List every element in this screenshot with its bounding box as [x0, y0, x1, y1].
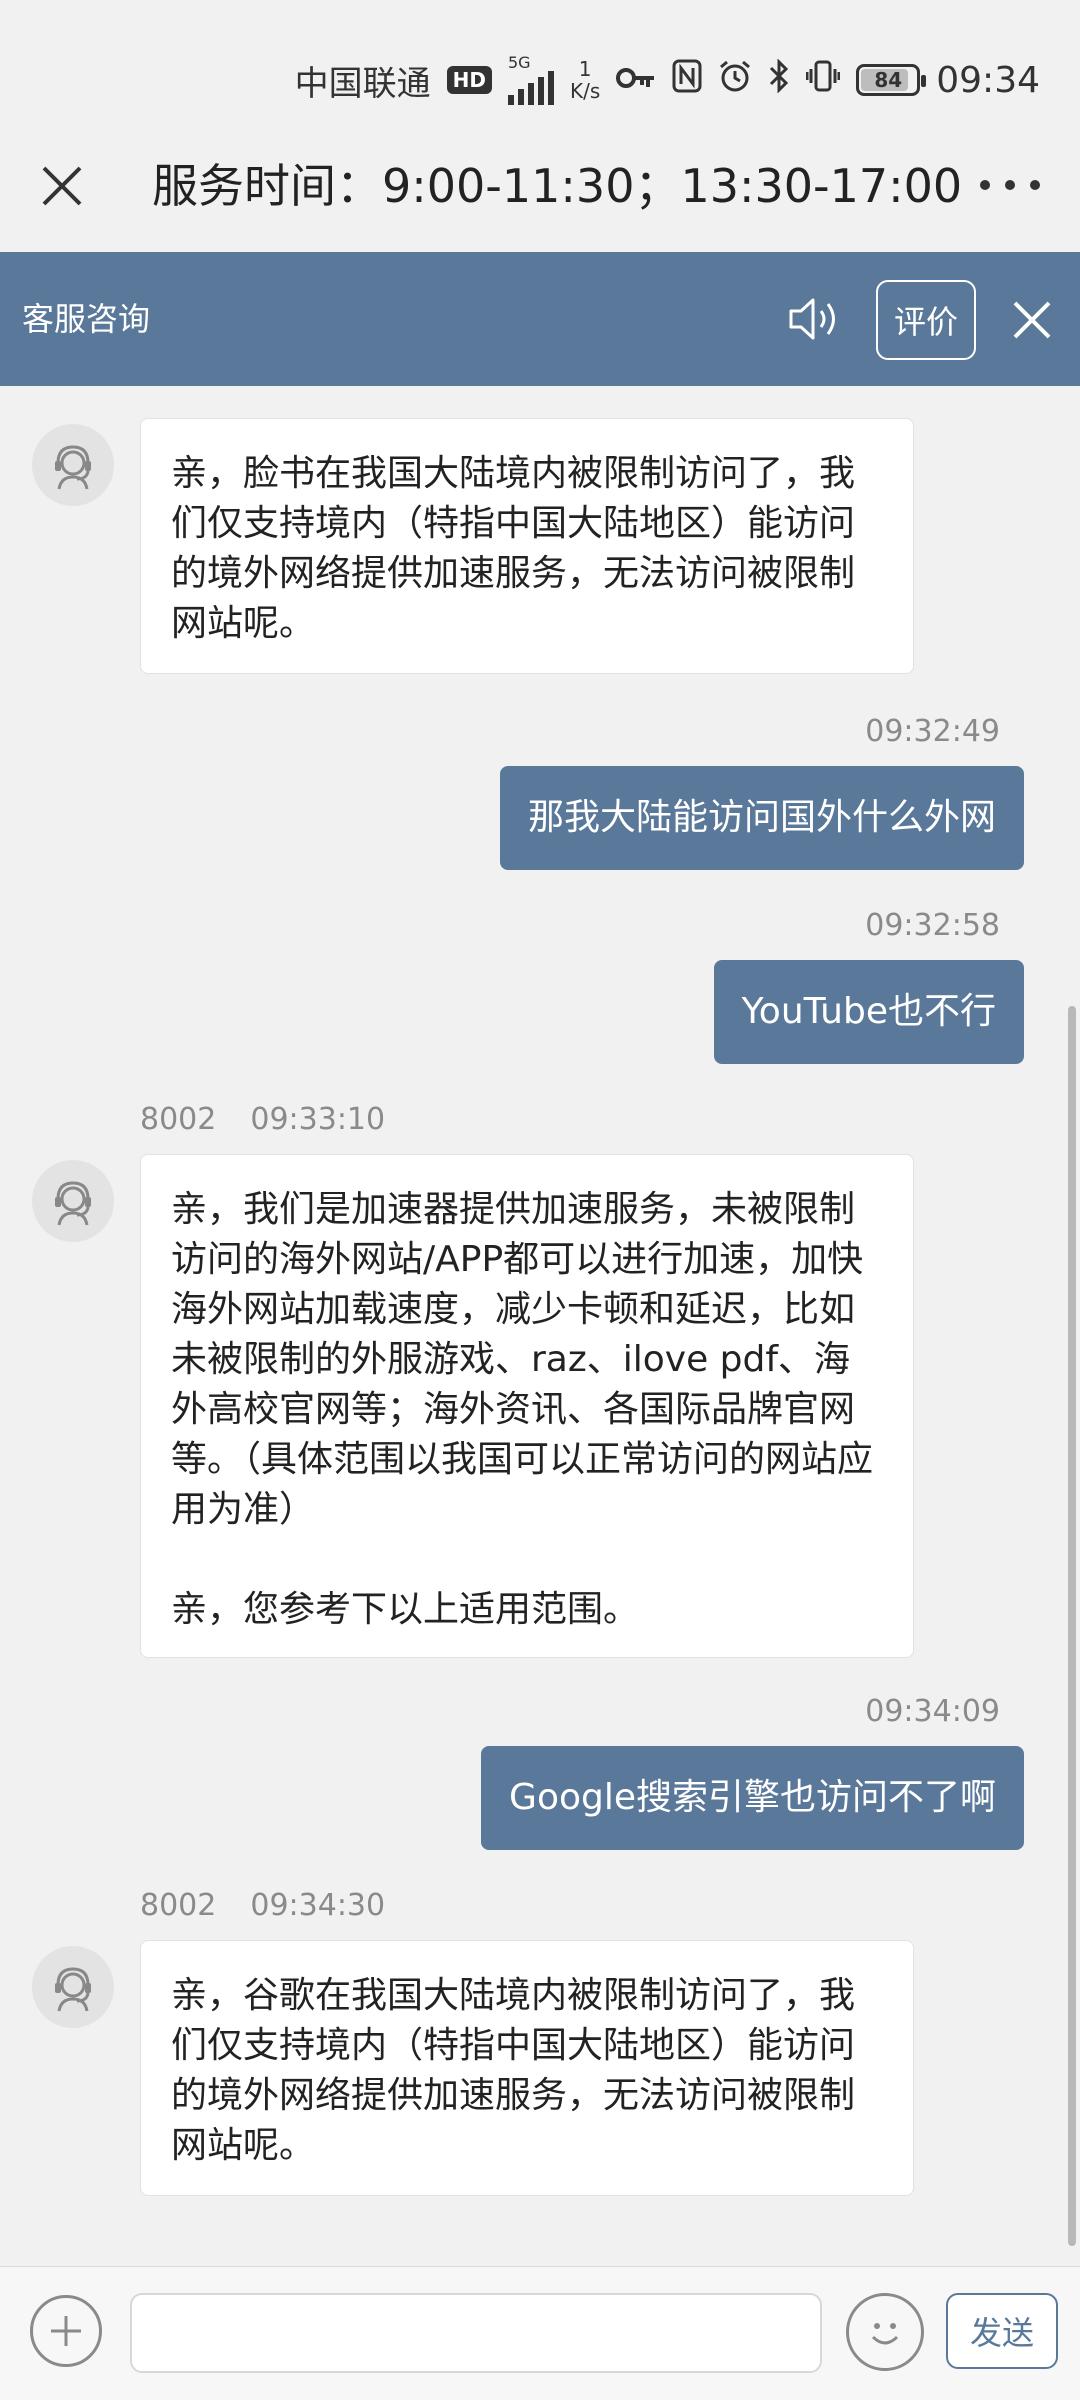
key-icon	[616, 60, 656, 100]
add-attachment-button[interactable]	[30, 2295, 102, 2367]
message-bubble-user: YouTube也不行	[713, 960, 1024, 1064]
agent-avatar	[32, 1946, 114, 2028]
message-time: 09:33:10	[250, 1102, 386, 1137]
message-time: 09:32:49	[865, 714, 1000, 749]
battery-icon: 84	[856, 64, 927, 96]
carrier-name: 中国联通	[294, 63, 431, 104]
close-icon	[42, 166, 82, 206]
service-title: 客服咨询	[22, 300, 151, 338]
message-bubble-agent: 亲，我们是加速器提供加速服务，未被限制访问的海外网站/APP都可以进行加速，加快…	[140, 1154, 914, 1658]
headset-agent-icon	[55, 445, 91, 490]
chat-scrollbar[interactable]	[1068, 386, 1076, 2266]
headset-agent-icon	[55, 1967, 91, 2012]
sender-id: 8002	[140, 1102, 217, 1137]
message-meta: 8002 09:34:30	[140, 1888, 385, 1923]
message-bubble-user: Google搜索引擎也访问不了啊	[481, 1746, 1024, 1850]
app-root: 中国联通 HD 5G 1 K/s 84 09:34 服务时间：9:00-11:3…	[0, 0, 1080, 2400]
message-meta: 8002 09:33:10	[140, 1102, 385, 1137]
speaker-icon	[789, 298, 835, 340]
vibrate-icon	[805, 59, 841, 102]
plus-icon	[51, 2316, 81, 2346]
headset-agent-icon	[55, 1181, 91, 1226]
send-button[interactable]: 发送	[946, 2293, 1058, 2369]
alarm-icon	[718, 59, 752, 102]
message-input[interactable]	[130, 2293, 822, 2373]
battery-level: 84	[874, 68, 903, 92]
page-title: 服务时间：9:00-11:30；13:30-17:00	[152, 159, 963, 213]
agent-avatar	[32, 1160, 114, 1242]
speed-value: 1	[578, 57, 592, 81]
smiley-icon	[871, 2323, 899, 2345]
scrollbar-thumb[interactable]	[1068, 1006, 1076, 2246]
more-menu-button[interactable]	[980, 160, 1040, 210]
message-bubble-agent: 亲，谷歌在我国大陆境内被限制访问了，我们仅支持境内（特指中国大陆地区）能访问的境…	[140, 1940, 914, 2196]
message-time: 09:34:30	[250, 1888, 386, 1923]
service-close-button[interactable]	[1000, 280, 1064, 360]
signal-bars	[507, 71, 554, 105]
service-header: 客服咨询 评价	[0, 252, 1080, 386]
network-speed: 1 K/s	[570, 58, 600, 102]
emoji-button[interactable]	[846, 2293, 924, 2371]
agent-avatar	[32, 424, 114, 506]
title-bar: 服务时间：9:00-11:30；13:30-17:00	[0, 120, 1080, 252]
hd-badge: HD	[446, 66, 492, 94]
message-bubble-user: 那我大陆能访问国外什么外网	[499, 766, 1024, 870]
speed-unit: K/s	[569, 79, 601, 103]
nfc-icon	[672, 59, 702, 102]
sound-button[interactable]	[780, 286, 850, 352]
close-button[interactable]	[24, 148, 100, 224]
close-icon	[1013, 301, 1051, 339]
bluetooth-icon	[768, 57, 790, 102]
chat-list[interactable]: 亲，脸书在我国大陆境内被限制访问了，我们仅支持境内（特指中国大陆地区）能访问的境…	[0, 386, 1080, 2266]
network-type: 5G	[507, 53, 531, 72]
rate-button[interactable]: 评价	[876, 280, 976, 360]
message-time: 09:34:09	[865, 1694, 1000, 1729]
message-time: 09:32:58	[865, 908, 1000, 943]
sender-id: 8002	[140, 1888, 217, 1923]
more-dots-icon	[980, 180, 990, 190]
signal-icon: 5G	[507, 53, 554, 105]
message-bubble-agent: 亲，脸书在我国大陆境内被限制访问了，我们仅支持境内（特指中国大陆地区）能访问的境…	[140, 418, 914, 674]
input-bar: 发送	[0, 2266, 1080, 2400]
clock: 09:34	[936, 59, 1040, 101]
